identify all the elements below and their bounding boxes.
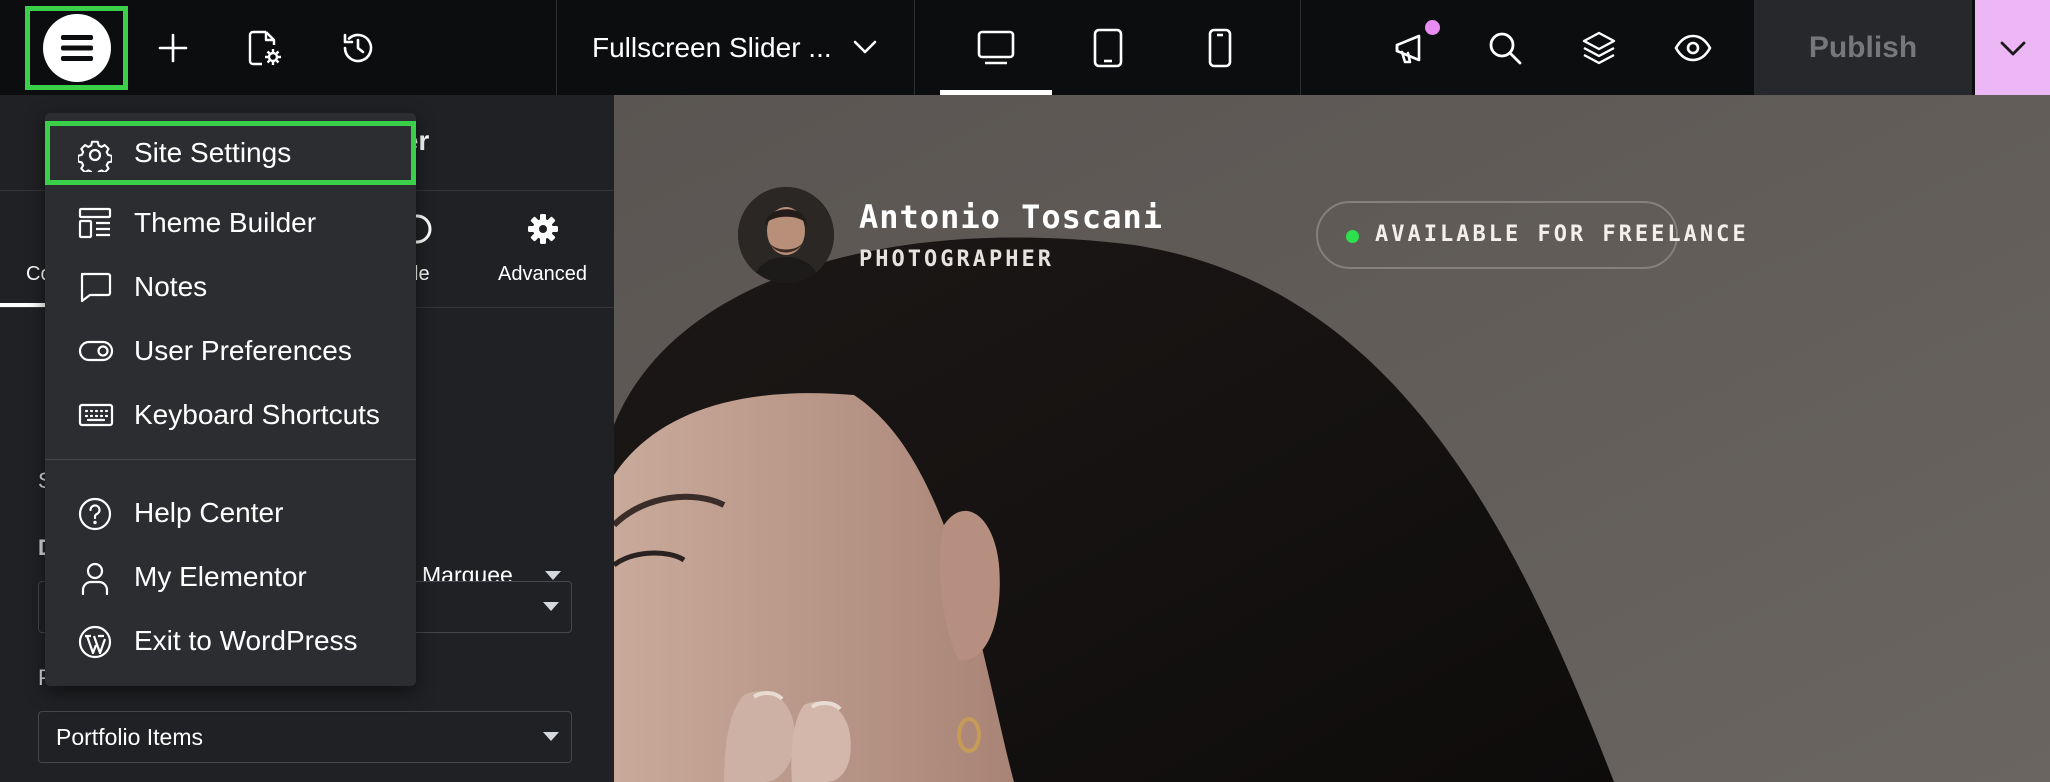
main-menu-dropdown: Site Settings Theme Builder Notes User P… — [45, 113, 416, 686]
author-name: Antonio Toscani — [859, 198, 1163, 236]
desktop-icon — [976, 29, 1016, 67]
menu-item-notes[interactable]: Notes — [45, 259, 416, 315]
plus-icon — [157, 32, 189, 64]
device-desktop-button[interactable] — [962, 14, 1030, 82]
help-circle-icon — [78, 497, 112, 531]
history-button[interactable] — [324, 14, 392, 82]
menu-item-label: Exit to WordPress — [134, 625, 358, 656]
chevron-down-icon[interactable] — [848, 30, 882, 64]
divider — [1300, 0, 1301, 95]
structure-button[interactable] — [1565, 14, 1633, 82]
layers-icon — [1581, 30, 1617, 66]
divider — [556, 0, 557, 95]
mobile-icon — [1207, 27, 1233, 69]
tab-advanced[interactable]: Advanced — [498, 263, 587, 286]
menu-item-label: Site Settings — [134, 137, 292, 168]
menu-item-label: Help Center — [134, 497, 284, 528]
gear-icon — [526, 212, 560, 246]
eye-icon — [1674, 33, 1712, 63]
wordpress-icon — [78, 625, 112, 659]
publish-options-button[interactable] — [1975, 0, 2050, 95]
device-mobile-button[interactable] — [1186, 14, 1254, 82]
menu-item-label: User Preferences — [134, 335, 352, 366]
chevron-down-icon — [1997, 32, 2029, 64]
menu-icon — [42, 14, 111, 82]
status-dot — [1346, 230, 1359, 243]
theme-builder-icon — [78, 207, 112, 239]
post-type-select[interactable]: Portfolio Items — [38, 711, 572, 763]
user-icon — [78, 561, 112, 595]
keyboard-icon — [78, 399, 114, 431]
menu-item-label: Notes — [134, 271, 208, 302]
menu-item-site-settings[interactable]: Site Settings — [45, 121, 416, 185]
history-icon — [340, 30, 376, 66]
menu-divider — [45, 459, 416, 460]
menu-item-label: My Elementor — [134, 561, 307, 592]
availability-label: AVAILABLE FOR FREELANCE — [1375, 222, 1749, 247]
toggle-icon — [78, 335, 114, 367]
select-value: Portfolio Items — [56, 724, 203, 750]
main-menu-button[interactable] — [25, 6, 128, 90]
availability-badge[interactable]: AVAILABLE FOR FREELANCE — [1316, 201, 1746, 269]
search-icon — [1486, 29, 1524, 67]
page-settings-icon — [246, 29, 282, 67]
search-button[interactable] — [1471, 14, 1539, 82]
menu-item-user-preferences[interactable]: User Preferences — [45, 323, 416, 379]
menu-item-keyboard-shortcuts[interactable]: Keyboard Shortcuts — [45, 387, 416, 443]
caret-down-icon — [543, 602, 559, 611]
avatar — [738, 187, 834, 283]
publish-button[interactable]: Publish — [1754, 0, 1972, 95]
menu-item-label: Keyboard Shortcuts — [134, 399, 380, 430]
divider — [914, 0, 915, 95]
tablet-icon — [1092, 27, 1124, 69]
menu-item-my-elementor[interactable]: My Elementor — [45, 549, 416, 605]
menu-item-exit-to-wordpress[interactable]: Exit to WordPress — [45, 613, 416, 669]
preview-button[interactable] — [1659, 14, 1727, 82]
menu-item-theme-builder[interactable]: Theme Builder — [45, 195, 416, 251]
author-role: PHOTOGRAPHER — [859, 247, 1054, 272]
gear-icon — [78, 138, 112, 172]
device-tablet-button[interactable] — [1074, 14, 1142, 82]
megaphone-icon — [1391, 29, 1429, 67]
top-bar: Fullscreen Slider ... Publish — [0, 0, 2050, 95]
menu-item-help-center[interactable]: Help Center — [45, 485, 416, 541]
caret-down-icon — [543, 732, 559, 741]
menu-item-label: Theme Builder — [134, 207, 317, 238]
speech-bubble-icon — [78, 271, 112, 303]
preview-canvas: Antonio Toscani PHOTOGRAPHER AVAILABLE F… — [614, 95, 2050, 782]
caret-down-icon[interactable] — [545, 571, 561, 580]
add-element-button[interactable] — [139, 14, 207, 82]
portrait-photo — [614, 95, 2050, 782]
document-title[interactable]: Fullscreen Slider ... — [592, 0, 832, 95]
page-settings-button[interactable] — [230, 14, 298, 82]
notification-dot — [1425, 20, 1440, 35]
